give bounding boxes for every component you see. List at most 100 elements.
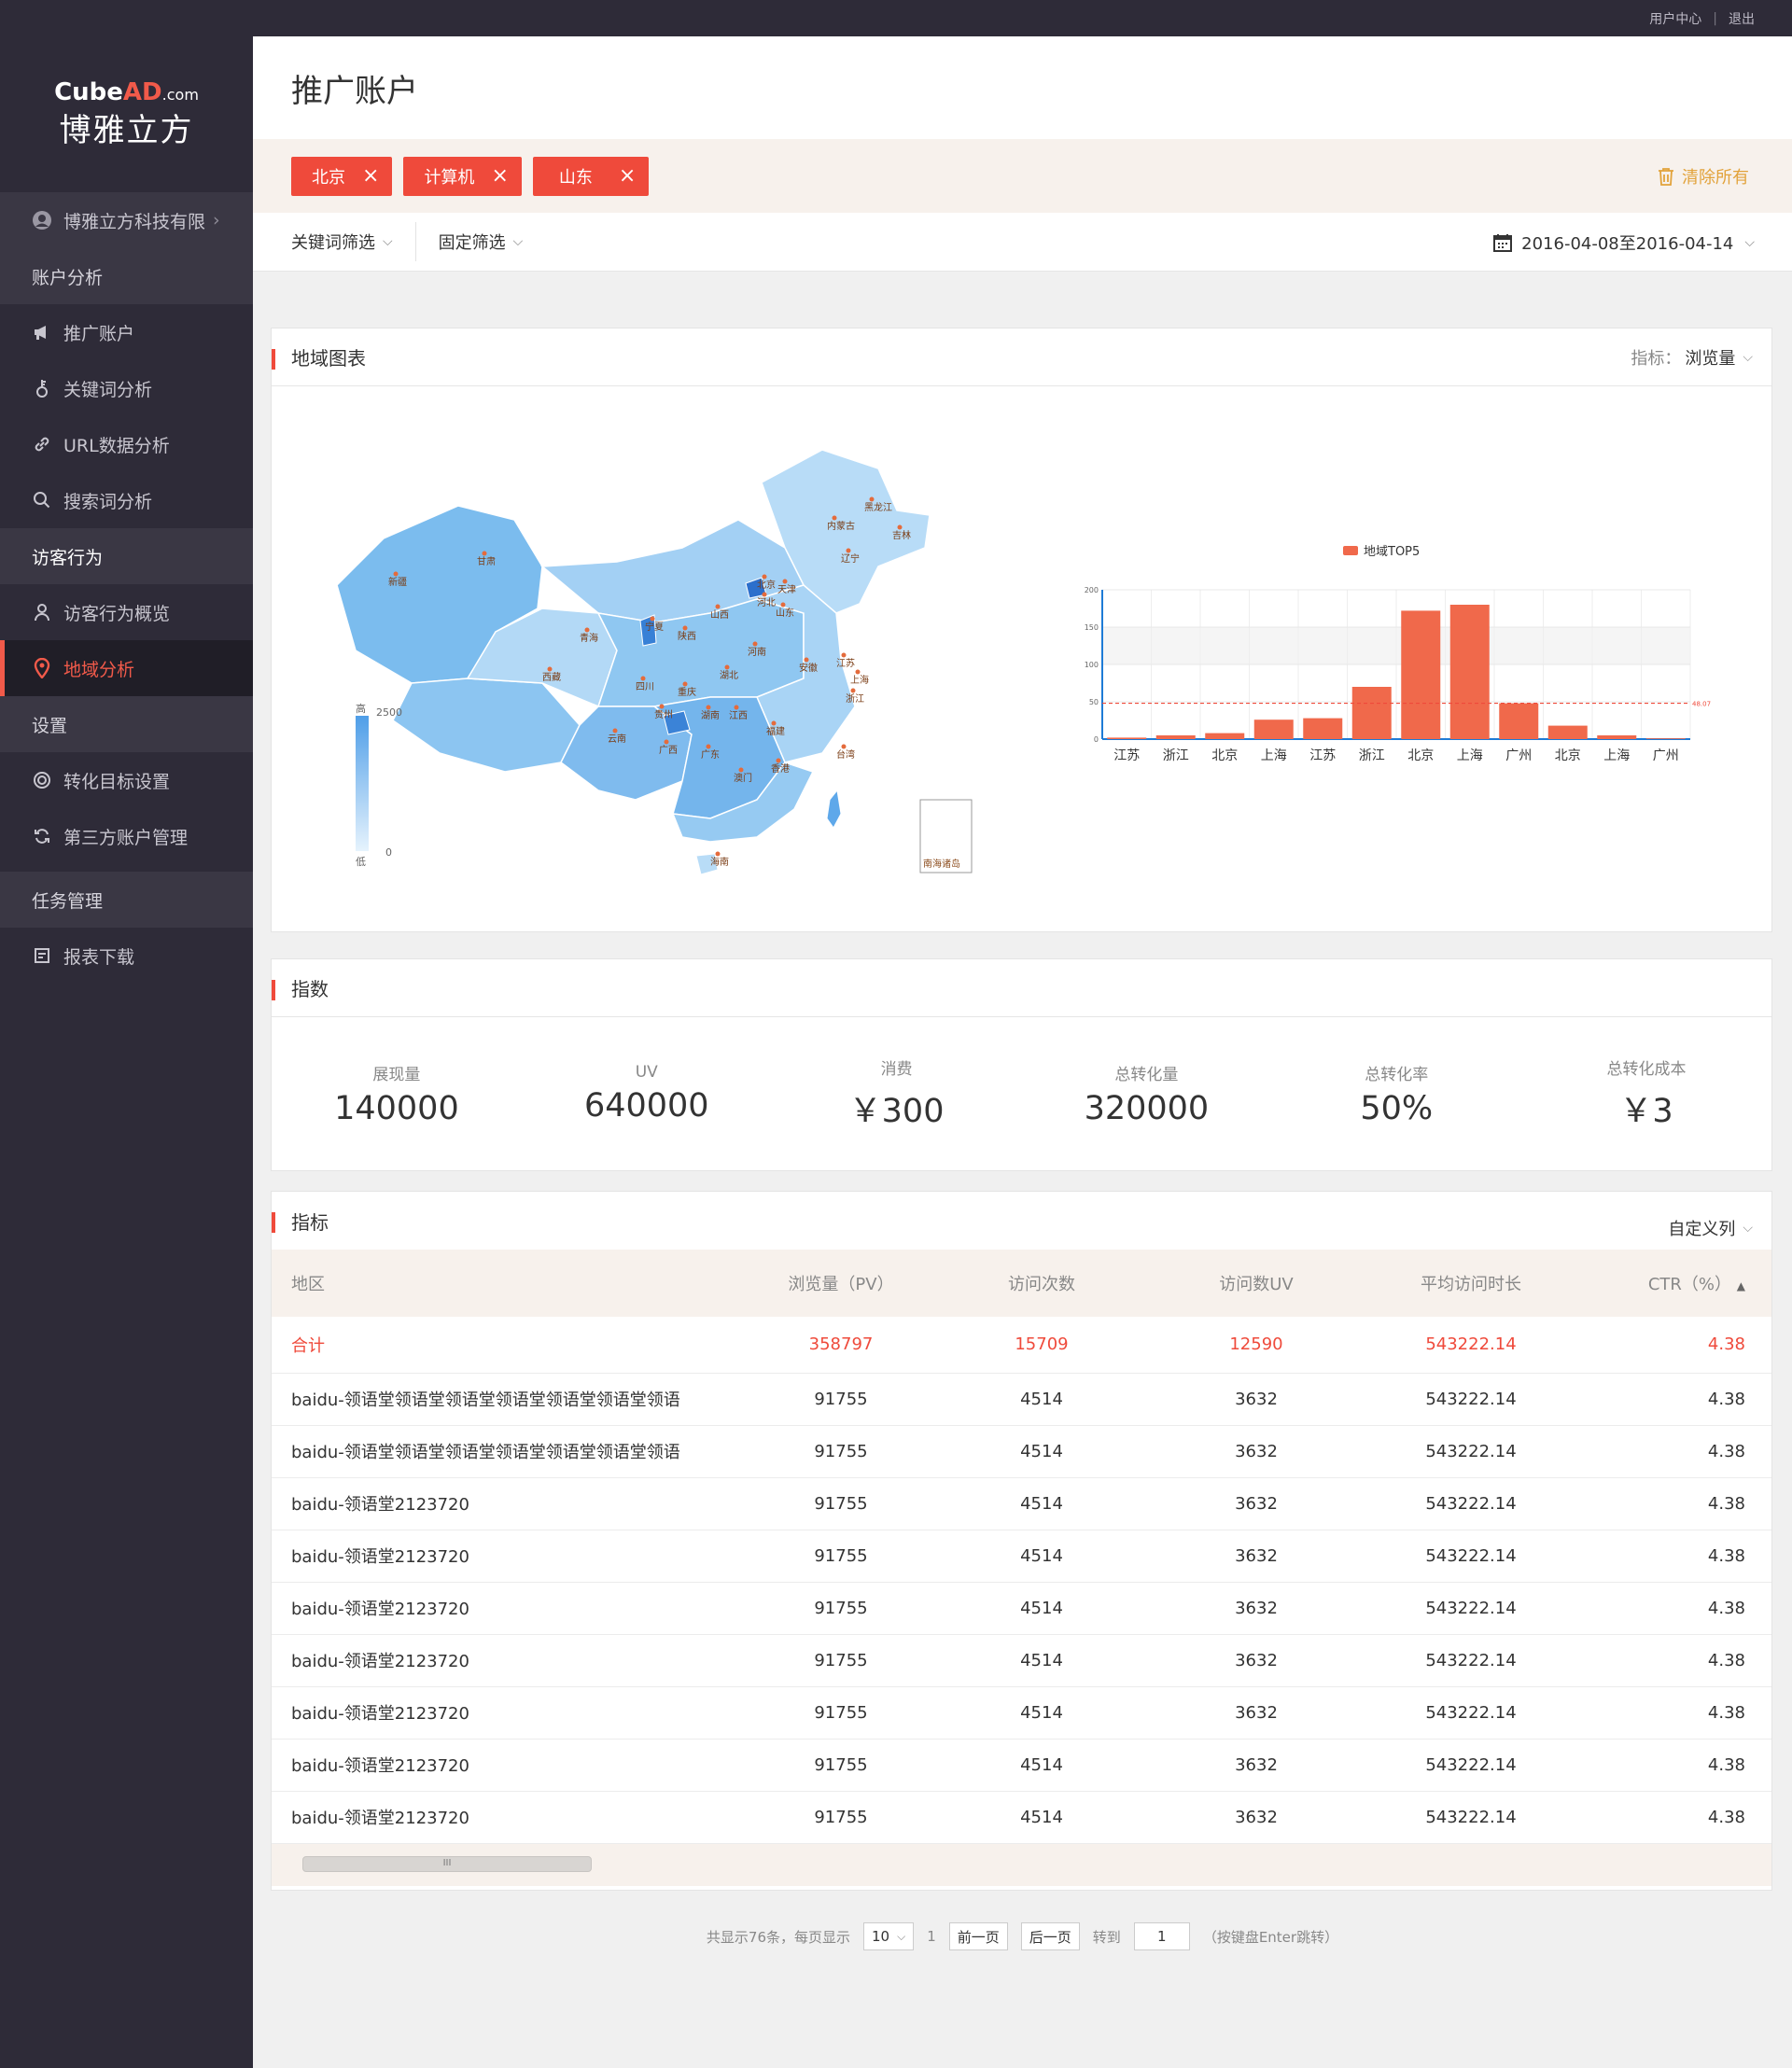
province-marker[interactable] — [659, 704, 665, 709]
close-icon[interactable]: × — [491, 165, 508, 187]
table-cell: 4514 — [934, 1791, 1149, 1844]
region-top5-bar-chart[interactable]: 地域TOP5 0 50 100 150 200 江苏 浙江 北京 上海 江苏 浙江 北京 上海 广州 北京 上海… — [1065, 543, 1718, 823]
legend-swatch[interactable] — [1343, 546, 1358, 555]
province-marker[interactable] — [841, 744, 847, 749]
province-marker[interactable] — [776, 758, 781, 763]
horizontal-scrollbar[interactable]: III — [272, 1843, 1771, 1886]
trash-icon — [1659, 167, 1673, 186]
province-marker[interactable] — [682, 681, 688, 687]
sidebar-item-conversion-goal[interactable]: 转化目标设置 — [0, 752, 253, 808]
keyword-filter-dropdown[interactable]: 关键词筛选 ⌵ — [291, 230, 393, 254]
province-marker[interactable] — [612, 728, 618, 734]
current-page[interactable]: 1 — [927, 1928, 936, 1945]
next-page-button[interactable]: 后一页 — [1020, 1922, 1080, 1950]
province-marker[interactable] — [482, 551, 487, 556]
map-region-xizang[interactable] — [392, 678, 581, 773]
province-marker[interactable] — [846, 548, 851, 553]
close-icon[interactable]: × — [619, 165, 636, 187]
logo[interactable]: CubeAD.com 博雅立方 — [0, 36, 253, 192]
china-heat-map[interactable]: 高 低 2500 0 南海诸岛 黑龙江吉林辽宁 内蒙古新疆 甘肃北京 天津河北山西 山东… — [318, 398, 990, 921]
province-marker[interactable] — [650, 616, 655, 622]
close-icon[interactable]: × — [362, 165, 379, 187]
bar[interactable] — [1303, 718, 1343, 739]
province-marker[interactable] — [850, 688, 856, 693]
province-marker[interactable] — [715, 604, 721, 609]
bar[interactable] — [1499, 703, 1539, 739]
province-marker[interactable] — [897, 524, 903, 530]
province-marker[interactable] — [715, 851, 721, 857]
nav-group-visitor-behavior[interactable]: 访客行为 — [0, 528, 253, 584]
province-marker[interactable] — [738, 767, 744, 773]
bar[interactable] — [1645, 738, 1686, 739]
bar[interactable] — [1107, 737, 1147, 739]
prev-page-button[interactable]: 前一页 — [948, 1922, 1008, 1950]
province-marker[interactable] — [780, 602, 786, 608]
user-center-link[interactable]: 用户中心 — [1649, 9, 1701, 28]
table-cell: 543222.14 — [1364, 1477, 1578, 1530]
fixed-filter-dropdown[interactable]: 固定筛选 ⌵ — [439, 230, 524, 254]
province-marker[interactable] — [841, 652, 847, 658]
chevron-down-icon: ⌵ — [383, 234, 393, 249]
province-marker[interactable] — [762, 574, 767, 580]
bar[interactable] — [1547, 725, 1588, 739]
filter-tag[interactable]: 计算机 × — [403, 156, 522, 196]
province-marker[interactable] — [547, 666, 553, 672]
column-header-uv[interactable]: 访问数UV — [1149, 1250, 1364, 1317]
nav-group-settings[interactable]: 设置 — [0, 696, 253, 752]
bar[interactable] — [1205, 733, 1245, 739]
province-marker[interactable] — [706, 705, 711, 710]
province-marker[interactable] — [855, 669, 861, 675]
province-marker[interactable] — [640, 676, 646, 681]
page-size-select[interactable]: 10 ⌵ — [863, 1922, 915, 1950]
filter-tag[interactable]: 山东 × — [532, 156, 650, 196]
map-legend-bar[interactable] — [356, 716, 369, 851]
sidebar-item-search-term-analysis[interactable]: 搜索词分析 — [0, 472, 253, 528]
bar[interactable] — [1253, 720, 1294, 739]
sort-asc-icon[interactable]: ▲ — [1737, 1279, 1745, 1292]
province-marker[interactable] — [782, 579, 788, 584]
province-marker[interactable] — [664, 739, 669, 745]
nav-group-task-mgmt[interactable]: 任务管理 — [0, 872, 253, 928]
column-header-pv[interactable]: 浏览量（PV） — [748, 1250, 934, 1317]
sidebar-item-keyword-analysis[interactable]: 关键词分析 — [0, 360, 253, 416]
province-marker[interactable] — [706, 744, 711, 749]
custom-columns-dropdown[interactable]: 自定义列 ⌵ — [1668, 1199, 1753, 1257]
column-header-ctr[interactable]: CTR（%） ▲ — [1578, 1250, 1771, 1317]
bar[interactable] — [1351, 687, 1392, 739]
province-marker[interactable] — [762, 592, 767, 597]
date-range-picker[interactable]: 2016-04-08至2016-04-14 ⌵ — [1493, 213, 1755, 272]
column-header-region[interactable]: 地区 — [272, 1250, 748, 1317]
column-header-visits[interactable]: 访问次数 — [934, 1250, 1149, 1317]
province-marker[interactable] — [804, 657, 809, 663]
sidebar-item-promo-account[interactable]: 推广账户 — [0, 304, 253, 360]
province-marker[interactable] — [771, 720, 777, 726]
province-marker[interactable] — [584, 627, 590, 633]
bar[interactable] — [1155, 735, 1196, 739]
province-marker[interactable] — [869, 496, 875, 502]
province-marker[interactable] — [393, 571, 399, 577]
province-marker[interactable] — [832, 515, 837, 521]
bar[interactable] — [1449, 605, 1490, 739]
province-marker[interactable] — [682, 625, 688, 631]
column-header-avg-duration[interactable]: 平均访问时长 — [1364, 1250, 1578, 1317]
sidebar-item-region-analysis[interactable]: 地域分析 — [0, 640, 253, 696]
card-title: 地域图表 指标： 浏览量 ⌵ — [272, 328, 1771, 386]
bar[interactable] — [1597, 735, 1637, 739]
filter-tag[interactable]: 北京 × — [291, 156, 393, 196]
logout-link[interactable]: 退出 — [1729, 9, 1755, 28]
sidebar-item-third-party[interactable]: 第三方账户管理 — [0, 808, 253, 864]
map-region-taiwan[interactable] — [826, 789, 842, 829]
scrollbar-thumb[interactable]: III — [302, 1855, 592, 1872]
province-marker[interactable] — [752, 641, 758, 647]
goto-page-input[interactable] — [1133, 1922, 1190, 1950]
sidebar-item-report-download[interactable]: 报表下载 — [0, 928, 253, 984]
clear-all-button[interactable]: 清除所有 — [1658, 139, 1749, 213]
sidebar-item-url-analysis[interactable]: URL数据分析 — [0, 416, 253, 472]
nav-group-account-analysis[interactable]: 账户分析 — [0, 248, 253, 304]
province-marker[interactable] — [724, 664, 730, 670]
company-switcher[interactable]: 博雅立方科技有限 › — [0, 192, 253, 248]
sidebar-item-visitor-overview[interactable]: 访客行为概览 — [0, 584, 253, 640]
metric-selector[interactable]: 指标： 浏览量 ⌵ — [1631, 328, 1753, 386]
bar[interactable] — [1401, 610, 1441, 739]
province-marker[interactable] — [734, 705, 739, 710]
